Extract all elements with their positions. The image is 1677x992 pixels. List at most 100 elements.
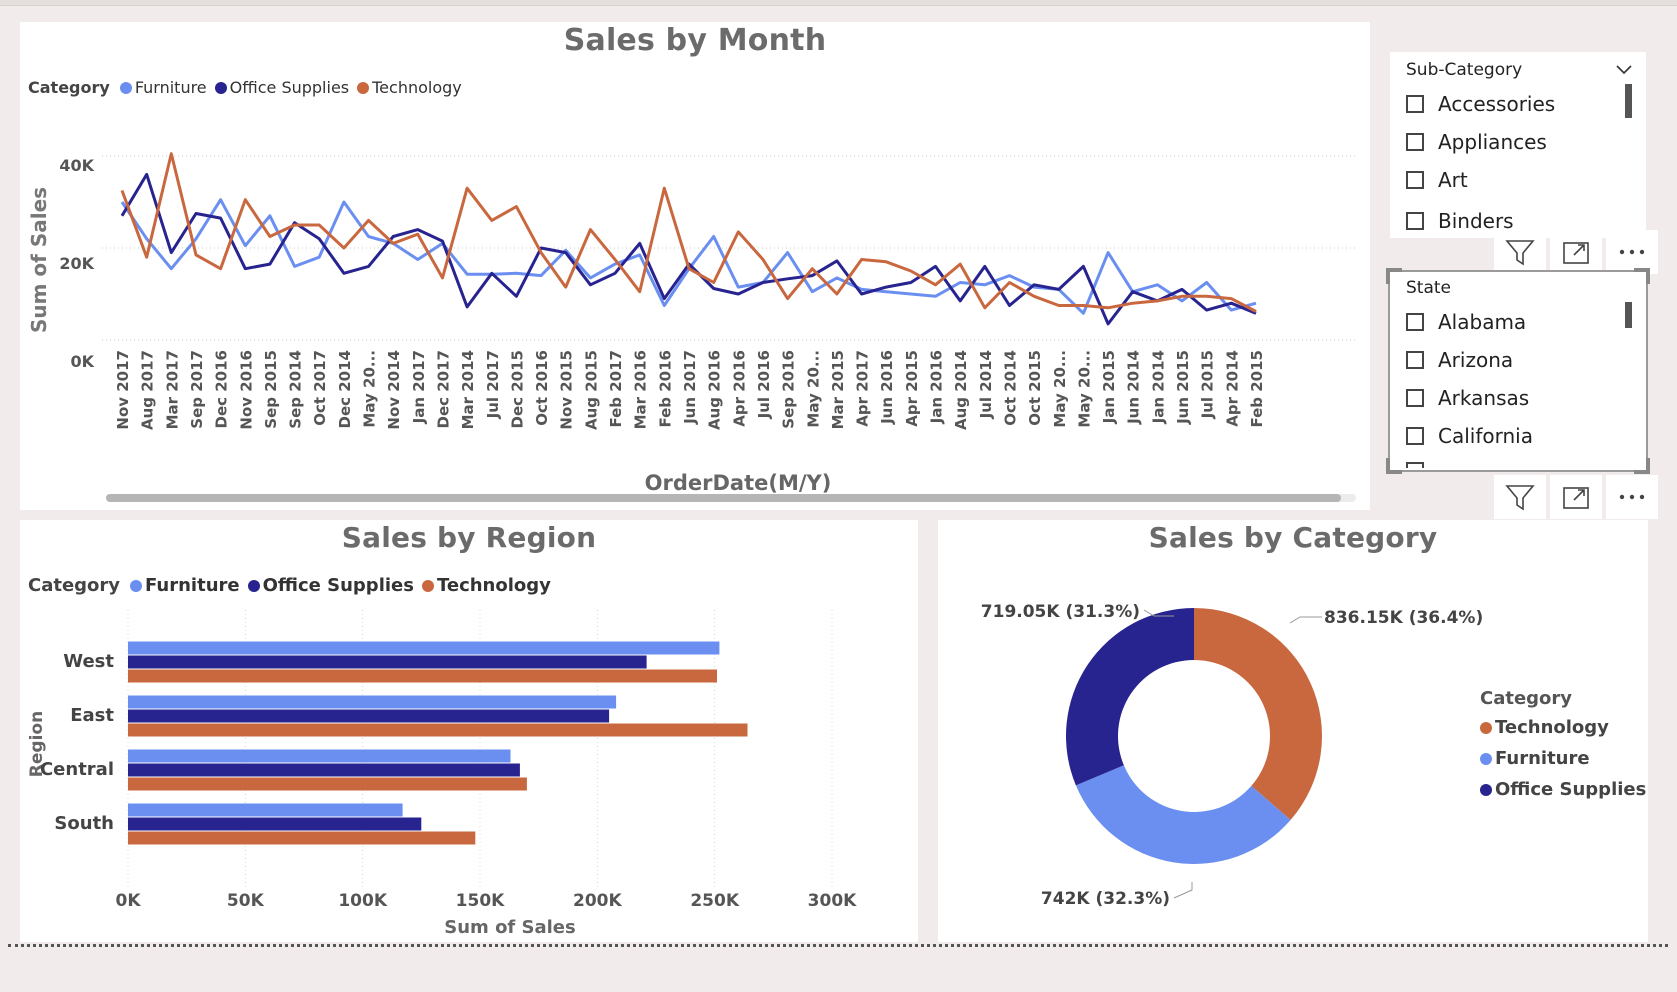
x-tick-label: Jan 2015 (1100, 350, 1118, 424)
x-tick-label: May 20... (804, 350, 822, 428)
slicer-item-label: Arkansas (1438, 386, 1530, 410)
visual-header-bar (1490, 475, 1658, 519)
x-tick-label: Aug 2016 (706, 350, 724, 430)
x-tick-label: Dec 2016 (213, 350, 231, 429)
x-tick-label: Sep 2017 (188, 350, 206, 429)
leader-line (1289, 616, 1322, 624)
bar-east-furniture[interactable] (128, 695, 617, 709)
chart-legend: Category Technology Furniture Office Sup… (1480, 688, 1654, 800)
scrollbar-thumb[interactable] (1625, 302, 1632, 328)
page-bottom-divider (8, 944, 1668, 947)
x-tick-label: Aug 2014 (952, 350, 970, 430)
slicer-item[interactable]: Art (1406, 168, 1468, 192)
series-line-furniture[interactable] (120, 198, 1257, 315)
slicer-item[interactable]: Accessories (1406, 92, 1555, 116)
focus-mode-icon[interactable] (1550, 475, 1602, 519)
slicer-item-partial (1406, 462, 1486, 468)
x-tick-label: Jul 2014 (977, 350, 995, 419)
state-slicer[interactable]: State Alabama Arizona Arkansas Californi… (1386, 268, 1650, 474)
bar-west-furniture[interactable] (128, 641, 720, 655)
bar-central-technology[interactable] (128, 777, 527, 791)
legend-label: Furniture (1495, 748, 1590, 769)
y-tick-label: 20K (59, 254, 94, 273)
bar-west-technology[interactable] (128, 669, 717, 683)
x-tick-label: May 20... (361, 350, 379, 428)
scrollbar-thumb[interactable] (1625, 84, 1632, 118)
x-tick-label: Jun 2016 (878, 350, 896, 425)
slicer-item-label: Art (1438, 168, 1468, 192)
x-tick-label: Jun 2014 (1125, 350, 1143, 425)
data-label-technology: 836.15K (36.4%) (1324, 608, 1483, 628)
x-tick-label: 250K (690, 891, 739, 911)
bar-central-furniture[interactable] (128, 749, 511, 763)
bar-east-office-supplies[interactable] (128, 709, 610, 723)
x-tick-label: Oct 2017 (311, 350, 329, 426)
x-tick-label: Mar 2014 (459, 350, 477, 429)
resize-handle[interactable] (1386, 268, 1402, 284)
scrollbar-thumb[interactable] (106, 494, 1341, 502)
x-tick-label: 200K (573, 891, 622, 911)
data-label-office-supplies: 719.05K (31.3%) (981, 602, 1140, 622)
y-axis-title: Sum of Sales (27, 187, 51, 333)
x-tick-label: Jul 2015 (1199, 350, 1217, 419)
legend-item-office-supplies[interactable]: Office Supplies (1480, 779, 1646, 800)
top-edge (0, 0, 1677, 6)
focus-mode-icon[interactable] (1550, 230, 1602, 274)
x-tick-label: Jun 2015 (1174, 350, 1192, 425)
x-tick-label: Mar 2016 (632, 350, 650, 429)
x-tick-label: Feb 2016 (656, 350, 674, 428)
donut-slice-office-supplies[interactable] (1065, 608, 1194, 786)
slicer-item[interactable]: Alabama (1406, 310, 1526, 334)
more-options-icon[interactable] (1606, 475, 1658, 519)
series-line-office-supplies[interactable] (120, 172, 1257, 326)
resize-handle[interactable] (1634, 268, 1650, 284)
x-tick-label: Mar 2015 (829, 350, 847, 429)
chevron-down-icon[interactable] (1616, 60, 1632, 79)
slicer-item[interactable]: Arizona (1406, 348, 1513, 372)
bar-south-technology[interactable] (128, 831, 476, 845)
slicer-item[interactable]: Appliances (1406, 130, 1547, 154)
checkbox[interactable] (1406, 171, 1424, 189)
x-tick-label: Nov 2014 (385, 350, 403, 430)
y-tick-label: East (70, 705, 114, 726)
y-tick-label: 0K (70, 352, 94, 371)
y-tick-label: 40K (59, 156, 94, 175)
checkbox[interactable] (1406, 389, 1424, 407)
x-tick-label: Feb 2017 (607, 350, 625, 428)
horizontal-scrollbar[interactable] (106, 494, 1356, 502)
checkbox[interactable] (1406, 95, 1424, 113)
sales-by-month-visual[interactable]: Sales by Month Category Furniture Office… (20, 22, 1370, 510)
bar-south-furniture[interactable] (128, 803, 403, 817)
x-axis-title: OrderDate(M/Y) (645, 471, 832, 495)
slicer-item-label: Arizona (1438, 348, 1514, 372)
sales-by-region-visual[interactable]: Sales by Region Category Furniture Offic… (20, 520, 918, 942)
series-line-technology[interactable] (120, 152, 1257, 313)
legend-item-technology[interactable]: Technology (1480, 717, 1646, 738)
donut-slice-technology[interactable] (1194, 608, 1322, 821)
more-options-icon[interactable] (1606, 230, 1658, 274)
slicer-item[interactable]: Arkansas (1406, 386, 1529, 410)
checkbox[interactable] (1406, 212, 1424, 230)
resize-handle[interactable] (1386, 458, 1402, 474)
resize-handle[interactable] (1634, 458, 1650, 474)
checkbox[interactable] (1406, 351, 1424, 369)
filter-icon[interactable] (1494, 230, 1546, 274)
bar-central-office-supplies[interactable] (128, 763, 520, 777)
legend-item-furniture[interactable]: Furniture (1480, 748, 1646, 769)
subcategory-slicer[interactable]: Sub-Category Accessories Appliances Art … (1390, 52, 1646, 238)
x-tick-label: Sep 2014 (287, 350, 305, 429)
bar-west-office-supplies[interactable] (128, 655, 647, 669)
checkbox[interactable] (1406, 133, 1424, 151)
x-tick-label: 300K (808, 891, 857, 911)
checkbox[interactable] (1406, 427, 1424, 445)
sales-by-category-visual[interactable]: Sales by Category 836.15K (36.4%) 742K (… (938, 520, 1648, 942)
bar-south-office-supplies[interactable] (128, 817, 422, 831)
filter-icon[interactable] (1494, 475, 1546, 519)
x-tick-label: Feb 2015 (1248, 350, 1266, 428)
x-tick-label: Dec 2015 (508, 350, 526, 429)
slicer-header: Sub-Category (1406, 60, 1523, 80)
slicer-item[interactable]: California (1406, 424, 1533, 448)
checkbox[interactable] (1406, 313, 1424, 331)
x-tick-label: Jan 2017 (410, 350, 428, 424)
bar-east-technology[interactable] (128, 723, 748, 737)
